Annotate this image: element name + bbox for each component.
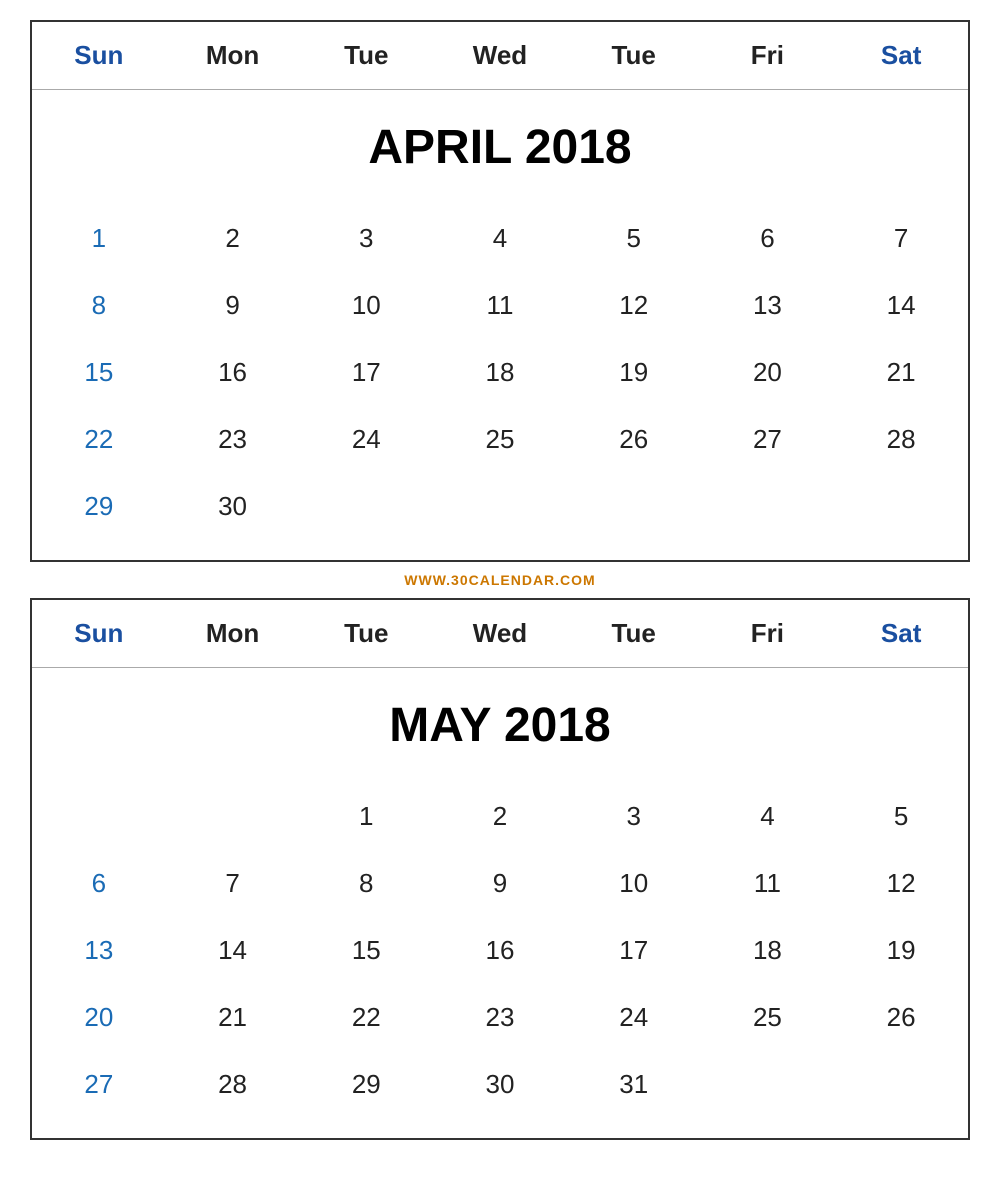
day-cell bbox=[834, 1051, 968, 1118]
day-cell: 14 bbox=[166, 917, 300, 984]
day-cell: 30 bbox=[433, 1051, 567, 1118]
day-cell: 2 bbox=[166, 205, 300, 272]
day-header-sun: Sun bbox=[32, 610, 166, 657]
day-cell bbox=[567, 473, 701, 540]
day-cell: 31 bbox=[567, 1051, 701, 1118]
day-cell: 7 bbox=[834, 205, 968, 272]
day-cell: 25 bbox=[701, 984, 835, 1051]
day-cell: 3 bbox=[299, 205, 433, 272]
day-cell: 10 bbox=[299, 272, 433, 339]
day-header-sat: Sat bbox=[834, 610, 968, 657]
day-cell bbox=[701, 473, 835, 540]
day-cell bbox=[834, 473, 968, 540]
day-cell: 29 bbox=[32, 473, 166, 540]
day-cell: 22 bbox=[299, 984, 433, 1051]
day-cell bbox=[32, 783, 166, 850]
day-cell: 9 bbox=[166, 272, 300, 339]
day-header-wed: Wed bbox=[433, 610, 567, 657]
day-cell: 1 bbox=[32, 205, 166, 272]
day-cell: 16 bbox=[166, 339, 300, 406]
day-header-sat: Sat bbox=[834, 32, 968, 79]
day-cell: 12 bbox=[834, 850, 968, 917]
day-cell: 26 bbox=[567, 406, 701, 473]
day-cell: 28 bbox=[834, 406, 968, 473]
day-cell: 30 bbox=[166, 473, 300, 540]
day-cell: 17 bbox=[567, 917, 701, 984]
may-month-title: MAY 2018 bbox=[32, 668, 968, 773]
day-cell: 6 bbox=[32, 850, 166, 917]
april-day-headers: SunMonTueWedTueFriSat bbox=[32, 22, 968, 90]
day-cell: 27 bbox=[32, 1051, 166, 1118]
day-cell: 12 bbox=[567, 272, 701, 339]
day-header-fri: Fri bbox=[701, 610, 835, 657]
day-cell: 20 bbox=[701, 339, 835, 406]
day-header-sun: Sun bbox=[32, 32, 166, 79]
day-cell: 19 bbox=[567, 339, 701, 406]
day-cell: 2 bbox=[433, 783, 567, 850]
day-cell: 8 bbox=[32, 272, 166, 339]
day-header-wed: Wed bbox=[433, 32, 567, 79]
day-cell: 3 bbox=[567, 783, 701, 850]
day-cell: 25 bbox=[433, 406, 567, 473]
day-cell: 24 bbox=[299, 406, 433, 473]
day-cell: 26 bbox=[834, 984, 968, 1051]
day-cell: 21 bbox=[166, 984, 300, 1051]
day-cell: 17 bbox=[299, 339, 433, 406]
day-cell: 23 bbox=[166, 406, 300, 473]
day-header-fri: Fri bbox=[701, 32, 835, 79]
day-cell: 24 bbox=[567, 984, 701, 1051]
day-cell: 14 bbox=[834, 272, 968, 339]
day-cell: 15 bbox=[299, 917, 433, 984]
day-cell: 23 bbox=[433, 984, 567, 1051]
day-cell: 13 bbox=[701, 272, 835, 339]
day-cell bbox=[701, 1051, 835, 1118]
day-header-mon: Mon bbox=[166, 610, 300, 657]
day-cell: 5 bbox=[567, 205, 701, 272]
day-cell: 6 bbox=[701, 205, 835, 272]
day-cell: 18 bbox=[701, 917, 835, 984]
day-cell: 19 bbox=[834, 917, 968, 984]
day-cell: 9 bbox=[433, 850, 567, 917]
day-header-tue: Tue bbox=[567, 32, 701, 79]
day-cell: 20 bbox=[32, 984, 166, 1051]
april-calendar: SunMonTueWedTueFriSat APRIL 2018 1234567… bbox=[30, 20, 970, 562]
day-cell bbox=[433, 473, 567, 540]
day-cell: 7 bbox=[166, 850, 300, 917]
day-cell: 15 bbox=[32, 339, 166, 406]
day-cell: 11 bbox=[433, 272, 567, 339]
day-cell bbox=[299, 473, 433, 540]
day-cell: 16 bbox=[433, 917, 567, 984]
day-cell: 4 bbox=[701, 783, 835, 850]
day-cell: 13 bbox=[32, 917, 166, 984]
may-calendar: SunMonTueWedTueFriSat MAY 2018 123456789… bbox=[30, 598, 970, 1140]
day-cell: 28 bbox=[166, 1051, 300, 1118]
day-cell: 21 bbox=[834, 339, 968, 406]
april-days-grid: 1234567891011121314151617181920212223242… bbox=[32, 195, 968, 560]
day-cell: 4 bbox=[433, 205, 567, 272]
day-cell: 5 bbox=[834, 783, 968, 850]
day-cell: 29 bbox=[299, 1051, 433, 1118]
watermark: WWW.30CALENDAR.COM bbox=[404, 562, 595, 598]
april-month-title: APRIL 2018 bbox=[32, 90, 968, 195]
day-header-mon: Mon bbox=[166, 32, 300, 79]
day-cell: 18 bbox=[433, 339, 567, 406]
may-days-grid: 1234567891011121314151617181920212223242… bbox=[32, 773, 968, 1138]
day-header-tue: Tue bbox=[299, 32, 433, 79]
day-cell: 1 bbox=[299, 783, 433, 850]
day-cell: 22 bbox=[32, 406, 166, 473]
may-day-headers: SunMonTueWedTueFriSat bbox=[32, 600, 968, 668]
day-header-tue: Tue bbox=[567, 610, 701, 657]
day-cell: 10 bbox=[567, 850, 701, 917]
day-cell bbox=[166, 783, 300, 850]
day-cell: 11 bbox=[701, 850, 835, 917]
day-header-tue: Tue bbox=[299, 610, 433, 657]
day-cell: 8 bbox=[299, 850, 433, 917]
day-cell: 27 bbox=[701, 406, 835, 473]
